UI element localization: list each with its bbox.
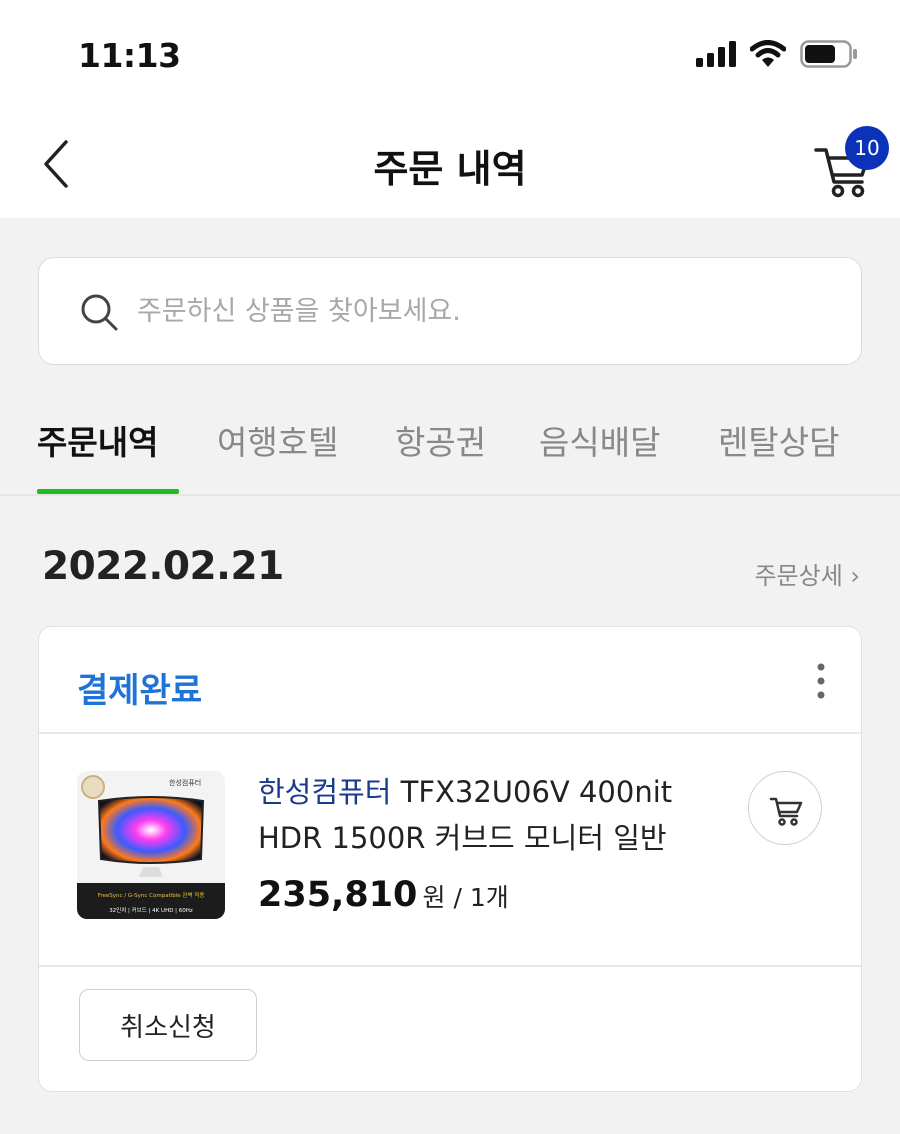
tab-food-delivery[interactable]: 음식배달 [539,416,660,464]
tab-order-history[interactable]: 주문내역 [37,416,158,464]
more-vertical-icon [817,663,825,699]
battery-icon [800,40,857,68]
tab-rental-consult[interactable]: 렌탈상담 [718,416,839,464]
more-options-button[interactable] [809,657,833,705]
product-title[interactable]: 한성컴퓨터 TFX32U06V 400nit HDR 1500R 커브드 모니터… [258,769,728,861]
divider [39,732,861,734]
thumb-spec-text: 32인치 | 커브드 | 4K UHD | 60Hz [109,906,193,914]
cellular-signal-icon [696,41,736,67]
status-bar: 11:13 [0,0,900,110]
order-date: 2022.02.21 [42,544,284,589]
nav-bar: 주문 내역 10 [0,110,900,218]
search-icon [81,294,118,331]
add-to-cart-button[interactable] [748,771,822,845]
order-detail-link[interactable]: 주문상세 › [754,556,860,591]
search-box[interactable] [38,257,862,365]
product-thumbnail: 한성컴퓨터 FreeSync / G-Sync Compatible 완벽 적용… [77,771,225,919]
product-image[interactable]: 한성컴퓨터 FreeSync / G-Sync Compatible 완벽 적용… [77,771,225,919]
status-time: 11:13 [78,36,181,75]
product-price: 235,810 [258,875,418,915]
thumb-banner-text: FreeSync / G-Sync Compatible 완벽 적용 [98,891,205,899]
product-brand: 한성컴퓨터 [258,775,392,809]
tab-flights[interactable]: 항공권 [395,416,486,464]
price-quantity: 원 / 1개 [422,883,509,912]
status-icons [696,40,858,68]
cart-icon [769,797,803,826]
order-tabs: 주문내역 여행호텔 항공권 음식배달 렌탈상담 [0,400,900,496]
order-card: 결제완료 한성컴퓨터 FreeSync / G-Sync Compatible … [38,626,862,1092]
cancel-request-button[interactable]: 취소신청 [79,989,257,1061]
cart-count-badge: 10 [845,126,889,170]
thumb-brand-text: 한성컴퓨터 [169,778,201,787]
tab-travel-hotel[interactable]: 여행호텔 [217,416,338,464]
divider [39,965,861,967]
order-status: 결제완료 [77,671,203,711]
page-title: 주문 내역 [373,147,527,191]
price-row: 235,810 원 / 1개 [258,875,509,915]
wifi-icon [750,40,786,67]
active-tab-indicator [37,489,179,494]
search-input[interactable] [137,286,817,336]
